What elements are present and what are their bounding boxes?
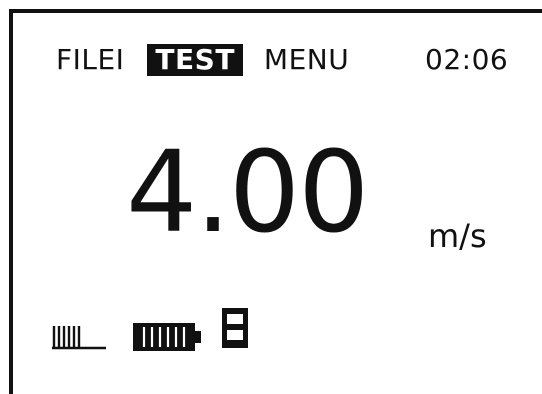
signal-strength-icon bbox=[52, 326, 106, 350]
battery-full-icon bbox=[133, 323, 201, 351]
menu-test-selected[interactable]: TEST bbox=[147, 44, 243, 76]
menu-menu[interactable]: MENU bbox=[261, 44, 352, 76]
menu-bar: FILEI TEST MENU bbox=[56, 42, 352, 78]
storage-card-icon bbox=[222, 308, 248, 348]
clock-time: 02:06 bbox=[425, 43, 509, 76]
measurement-value: 4.00 bbox=[126, 128, 369, 258]
menu-file[interactable]: FILEI bbox=[56, 44, 127, 76]
measurement-unit: m/s bbox=[428, 217, 487, 255]
